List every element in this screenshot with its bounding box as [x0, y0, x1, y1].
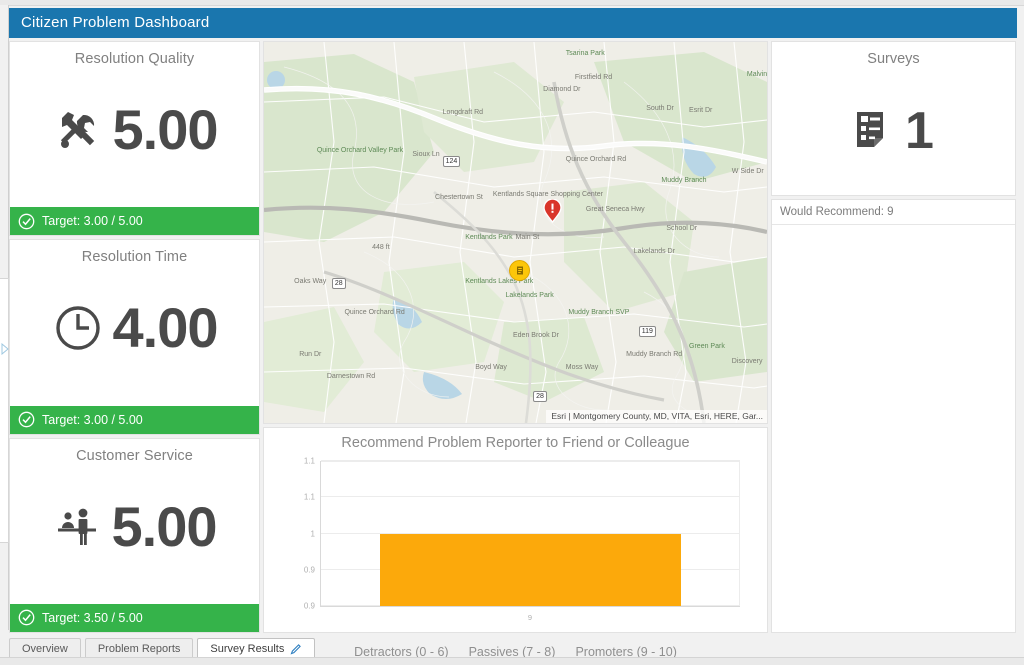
kpi-target-banner: Target: 3.00 / 5.00	[10, 207, 259, 236]
check-circle-icon	[18, 213, 35, 230]
surveys-list-widget[interactable]: Would Recommend: 9	[771, 199, 1016, 633]
chart-axes: 0.9 0.9 1 1.1 1.1	[304, 457, 740, 611]
chart-y-tick-label: 0.9	[303, 565, 315, 575]
chart-y-tick-label: 1	[310, 529, 315, 538]
surveys-title: Surveys	[867, 51, 920, 67]
kpi-target-label: Target: 3.00 / 5.00	[42, 214, 143, 229]
map-widget[interactable]: Quince Orchard Valley Park Sioux Ln Longdr…	[263, 41, 768, 424]
customer-service-icon	[53, 502, 103, 552]
kpi-body: 5.00	[10, 67, 259, 207]
clock-icon	[52, 302, 104, 354]
tab-label: Overview	[22, 642, 68, 655]
chart-gridline	[321, 460, 740, 461]
exclamation-pin-icon	[543, 198, 562, 224]
chart-title: Recommend Problem Reporter to Friend or …	[341, 435, 690, 451]
kpi-card-customer-service[interactable]: Customer Service 5.00 Target: 3.50 / 5.0…	[9, 437, 260, 633]
kpi-value: 4.00	[112, 296, 219, 360]
kpi-body: 4.00	[10, 265, 259, 405]
survey-location-marker[interactable]	[509, 259, 530, 281]
kpi-card-resolution-quality[interactable]: Resolution Quality 5.00 Target: 3.00 / 5…	[9, 41, 260, 237]
page-title: Citizen Problem Dashboard	[21, 14, 210, 31]
surveys-body: 1	[772, 67, 1015, 195]
dashboard-window: Citizen Problem Dashboard Resolution Qua…	[0, 0, 1024, 665]
chart-y-tick-label: 0.9	[303, 601, 315, 611]
route-shield: 28	[533, 390, 547, 402]
chart-bar[interactable]	[379, 533, 682, 606]
collapsed-side-panel[interactable]	[0, 278, 9, 543]
dashboard-board: Resolution Quality 5.00 Target: 3.00 / 5…	[9, 41, 1017, 659]
kpi-target-banner: Target: 3.50 / 5.00	[10, 603, 259, 632]
right-column: Surveys 1 Would Recommend: 9	[771, 41, 1016, 633]
kpi-card-resolution-time[interactable]: Resolution Time 4.00 Target: 3.00 / 5.00	[9, 239, 260, 435]
tab-bar: Overview Problem Reports Survey Results	[9, 634, 1017, 658]
kpi-value: 5.00	[111, 494, 218, 558]
chart-gridline	[321, 496, 740, 498]
tab-label: Problem Reports	[97, 642, 181, 655]
route-shield: 124	[442, 156, 461, 168]
center-column: Quince Orchard Valley Park Sioux Ln Longdr…	[263, 41, 768, 659]
kpi-title: Resolution Quality	[74, 51, 195, 67]
circle-marker-icon	[516, 266, 523, 275]
kpi-value: 5.00	[112, 98, 219, 162]
app-header: Citizen Problem Dashboard	[9, 8, 1017, 38]
chart-y-tick-label: 1.1	[303, 456, 315, 466]
check-circle-icon	[18, 609, 35, 626]
problem-report-marker[interactable]	[543, 198, 562, 224]
kpi-target-label: Target: 3.00 / 5.00	[42, 412, 143, 427]
survey-form-icon	[853, 110, 893, 152]
tab-problem-reports[interactable]: Problem Reports	[84, 638, 194, 658]
tab-label: Survey Results	[210, 642, 285, 655]
tab-survey-results[interactable]: Survey Results	[197, 638, 316, 658]
chart-widget[interactable]: Recommend Problem Reporter to Friend or …	[263, 427, 768, 659]
kpi-target-label: Target: 3.50 / 5.00	[42, 610, 143, 625]
kpi-column: Resolution Quality 5.00 Target: 3.00 / 5…	[9, 41, 260, 633]
kpi-title: Resolution Time	[81, 249, 188, 266]
tab-overview[interactable]: Overview	[9, 638, 81, 658]
route-shield: 119	[638, 325, 656, 337]
surveys-list: Would Recommend: 9	[772, 200, 1015, 225]
kpi-title: Customer Service	[76, 447, 193, 464]
window-top-chrome	[0, 0, 1024, 6]
panel-expander-icon[interactable]	[1, 343, 9, 355]
chart-x-tick-label: 9	[527, 613, 533, 622]
chart-y-tick-label: 1.1	[303, 492, 315, 502]
check-circle-icon	[18, 411, 35, 428]
kpi-target-banner: Target: 3.00 / 5.00	[10, 405, 259, 434]
map-canvas[interactable]	[264, 42, 767, 423]
surveys-indicator-widget[interactable]: Surveys 1	[771, 41, 1016, 196]
map-attribution: Esri | Montgomery County, MD, VITA, Esri…	[546, 410, 767, 423]
kpi-body: 5.00	[10, 464, 259, 604]
chart-plot-area: 0.9 0.9 1 1.1 1.1 9 Detractors (0 - 6) Passiv…	[264, 457, 767, 659]
route-shield: 28	[331, 278, 346, 290]
surveys-value: 1	[905, 102, 934, 160]
window-bottom-chrome	[0, 657, 1024, 665]
list-item[interactable]: Would Recommend: 9	[772, 200, 1015, 225]
pencil-icon[interactable]	[290, 643, 302, 655]
hammer-wrench-icon	[52, 104, 104, 156]
